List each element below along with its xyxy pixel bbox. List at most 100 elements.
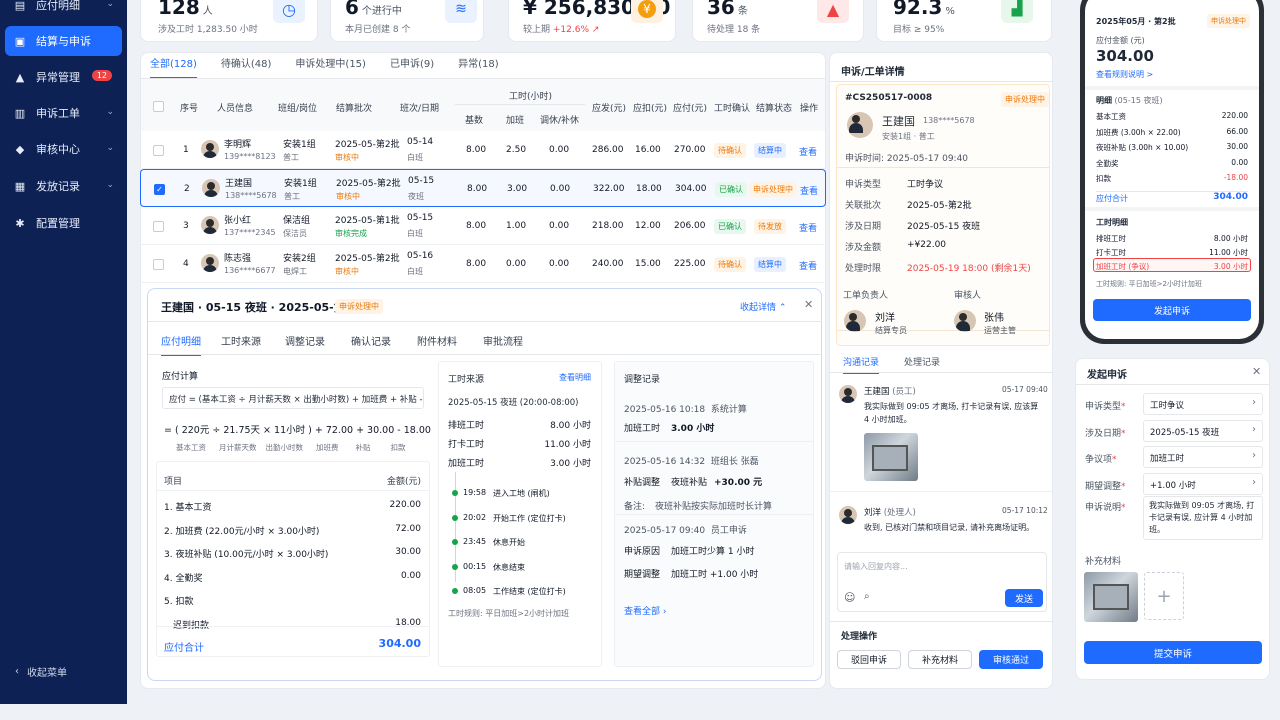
reply-box[interactable]: 请输入回复内容... ☺ ⌕ 发送: [837, 552, 1047, 612]
add-attachment-button[interactable]: +: [1144, 572, 1184, 620]
submit-appeal-button[interactable]: 提交申诉: [1084, 641, 1262, 664]
warning-icon: ▲: [15, 70, 25, 84]
table-row[interactable]: ✓ 2 王建国 138****5678 安装1组 普工 2025-05-第2批 05-15 夜班…: [140, 169, 826, 207]
approve-button[interactable]: 审核通过: [979, 650, 1043, 669]
evidence-photo[interactable]: [864, 433, 918, 481]
attachment-photo[interactable]: [1084, 572, 1138, 622]
clock-icon: ◷: [273, 0, 305, 23]
row-checkbox[interactable]: ✓: [154, 184, 165, 195]
yen-coin-icon: ¥: [631, 0, 663, 23]
row-checkbox[interactable]: [153, 145, 164, 156]
calc-label: 月计薪天数: [219, 443, 257, 452]
appeal-field-value: 工时争议: [1150, 401, 1185, 411]
tab-payable[interactable]: 应付明细: [161, 333, 201, 356]
tab-attachments[interactable]: 附件材料: [417, 333, 457, 356]
tab-all[interactable]: 全部(128): [150, 55, 197, 79]
cell-ded: 16.00: [635, 145, 661, 155]
tab-adjust[interactable]: 调整记录: [285, 333, 325, 356]
mobile-row-label: 基本工资: [1096, 112, 1126, 121]
sidebar-item-tickets[interactable]: ▥ 申诉工单 ⌄: [5, 98, 122, 128]
timeline-dot: [452, 563, 458, 570]
batch-status: 审核完成: [335, 229, 367, 238]
sidebar-item-settlement[interactable]: ▣ 结算与申诉: [5, 26, 122, 56]
calc-labels: 基本工资 月计薪天数 出勤小时数 加班费 补贴 扣款: [176, 442, 406, 453]
mobile-batch: 2025年05月 · 第2批: [1096, 17, 1176, 26]
appeal-field-select[interactable]: 工时争议 ›: [1143, 393, 1263, 415]
cell-op[interactable]: 查看: [799, 259, 817, 272]
divider: [830, 621, 1052, 622]
mobile-row-value: 0.00: [1231, 157, 1248, 167]
chevron-up-icon: ⌃: [778, 303, 787, 313]
appeal-field-select[interactable]: 2025-05-15 夜班 ›: [1143, 419, 1263, 442]
tab-exception[interactable]: 异常(18): [458, 55, 499, 79]
divider: [1085, 86, 1259, 90]
sidebar-item-payables[interactable]: ▤ 应付明细 ⌄: [5, 0, 122, 20]
cell-date: 05-15: [407, 213, 434, 223]
hour-source-panel: 工时来源 查看明细 2025-05-15 夜班 (20:00-08:00) 排班…: [438, 361, 602, 667]
rule-link[interactable]: 查看规则说明 >: [1096, 69, 1153, 80]
row-checkbox[interactable]: [153, 221, 164, 232]
table-row[interactable]: 1 李明辉 139****8123 安装1组 普工 2025-05-第2批 05-14 白班 8…: [140, 131, 826, 169]
tab-confirm[interactable]: 确认记录: [351, 333, 391, 356]
timeline-time: 23:45: [463, 537, 487, 546]
tab-pending[interactable]: 待确认(48): [221, 55, 272, 79]
select-all-checkbox[interactable]: [153, 101, 164, 112]
header-hours: 工时(小时): [509, 92, 553, 102]
cell-name: 张小红: [224, 216, 252, 226]
batch-status: 审核中: [335, 153, 359, 162]
divider: [837, 330, 1049, 331]
emoji-icon[interactable]: ☺: [844, 591, 855, 604]
collapse-detail-link[interactable]: 收起详情 ⌃: [740, 300, 786, 313]
mobile-appeal-button[interactable]: 发起申诉: [1093, 299, 1251, 321]
detail-title: 王建国 · 05-15 夜班 · 2025-05-第2批: [161, 301, 364, 314]
cell-rest: 0.00: [550, 184, 571, 194]
kpi-sub: 涉及工时 1,283.50 小时: [158, 25, 258, 35]
sidebar-item-payouts[interactable]: ▦ 发放记录 ⌄: [5, 171, 122, 201]
close-icon[interactable]: ✕: [1252, 365, 1261, 378]
ticket-info-box: #CS250517-0008 申诉处理中 王建国 138****5678 安装1…: [836, 84, 1050, 346]
collapse-menu-button[interactable]: ‹ 收起菜单: [15, 664, 67, 679]
item-label: 5. 扣款: [164, 597, 194, 607]
sidebar-item-config[interactable]: ✱ 配置管理: [5, 208, 122, 238]
appeal-time-label: 申诉时间:: [845, 154, 885, 164]
table-row[interactable]: 3 张小红 137****2345 保洁组 保洁员 2025-05-第1批 05-15 白班 8…: [140, 207, 826, 245]
cell-ot: 3.00: [507, 184, 528, 194]
cell-rest: 0.00: [549, 145, 570, 155]
table-row[interactable]: 4 陈志强 136****6677 安装2组 电焊工 2025-05-第2批 05-16 白班…: [140, 245, 826, 283]
divider: [1085, 207, 1259, 211]
tab-approval[interactable]: 审批流程: [483, 333, 523, 356]
reply-input[interactable]: 请输入回复内容...: [844, 561, 908, 572]
adj-time-text: 2025-05-17 09:40: [624, 526, 706, 536]
appeal-field-select[interactable]: 加班工时 ›: [1143, 446, 1263, 468]
mobile-row-label: 扣款: [1096, 174, 1111, 183]
ticket-panel: 申诉/工单详情 #CS250517-0008 申诉处理中 王建国 138****…: [829, 52, 1053, 689]
status-badge: 结算中: [754, 143, 786, 158]
tab-appealed[interactable]: 已申诉(9): [390, 55, 434, 79]
appeal-field-select[interactable]: +1.00 小时 ›: [1143, 472, 1263, 495]
view-all-link[interactable]: 查看全部 ›: [624, 604, 667, 617]
reject-button[interactable]: 驳回申诉: [837, 650, 901, 669]
adj-time-text: 2025-05-16 14:32: [624, 457, 706, 467]
send-button[interactable]: 发送: [1005, 589, 1043, 607]
row-checkbox[interactable]: [153, 259, 164, 270]
mobile-hour-label: 加班工时 (争议): [1096, 262, 1150, 271]
appeal-field-label: 涉及日期*: [1085, 428, 1126, 439]
cell-op[interactable]: 查看: [799, 145, 817, 158]
adj-who: 系统计算: [710, 405, 747, 415]
cell-op[interactable]: 查看: [799, 221, 817, 234]
attach-icon[interactable]: ⌕: [864, 591, 870, 602]
tab-process-log[interactable]: 处理记录: [904, 355, 940, 368]
sidebar-item-exceptions[interactable]: ▲ 异常管理 12: [5, 62, 122, 92]
sidebar-item-audit[interactable]: ◆ 审核中心 ⌄: [5, 134, 122, 164]
cell-op[interactable]: 查看: [800, 184, 818, 197]
tab-appealing[interactable]: 申诉处理中(15): [295, 55, 366, 79]
appeal-desc-input[interactable]: 我实际做到 09:05 才离场, 打卡记录有误, 应计算 4 小时加班。: [1143, 496, 1263, 540]
close-icon[interactable]: ✕: [804, 298, 813, 311]
chevron-right-icon: ›: [662, 607, 667, 617]
view-detail-link[interactable]: 查看明细: [559, 372, 591, 383]
tab-hour-source[interactable]: 工时来源: [221, 333, 261, 356]
chevron-down-icon: ⌄: [106, 0, 114, 9]
ticket-icon: ▥: [14, 106, 26, 120]
kpi-card-rate: 92.3% 目标 ≥ 95% ▟: [876, 0, 1052, 42]
request-material-button[interactable]: 补充材料: [908, 650, 972, 669]
